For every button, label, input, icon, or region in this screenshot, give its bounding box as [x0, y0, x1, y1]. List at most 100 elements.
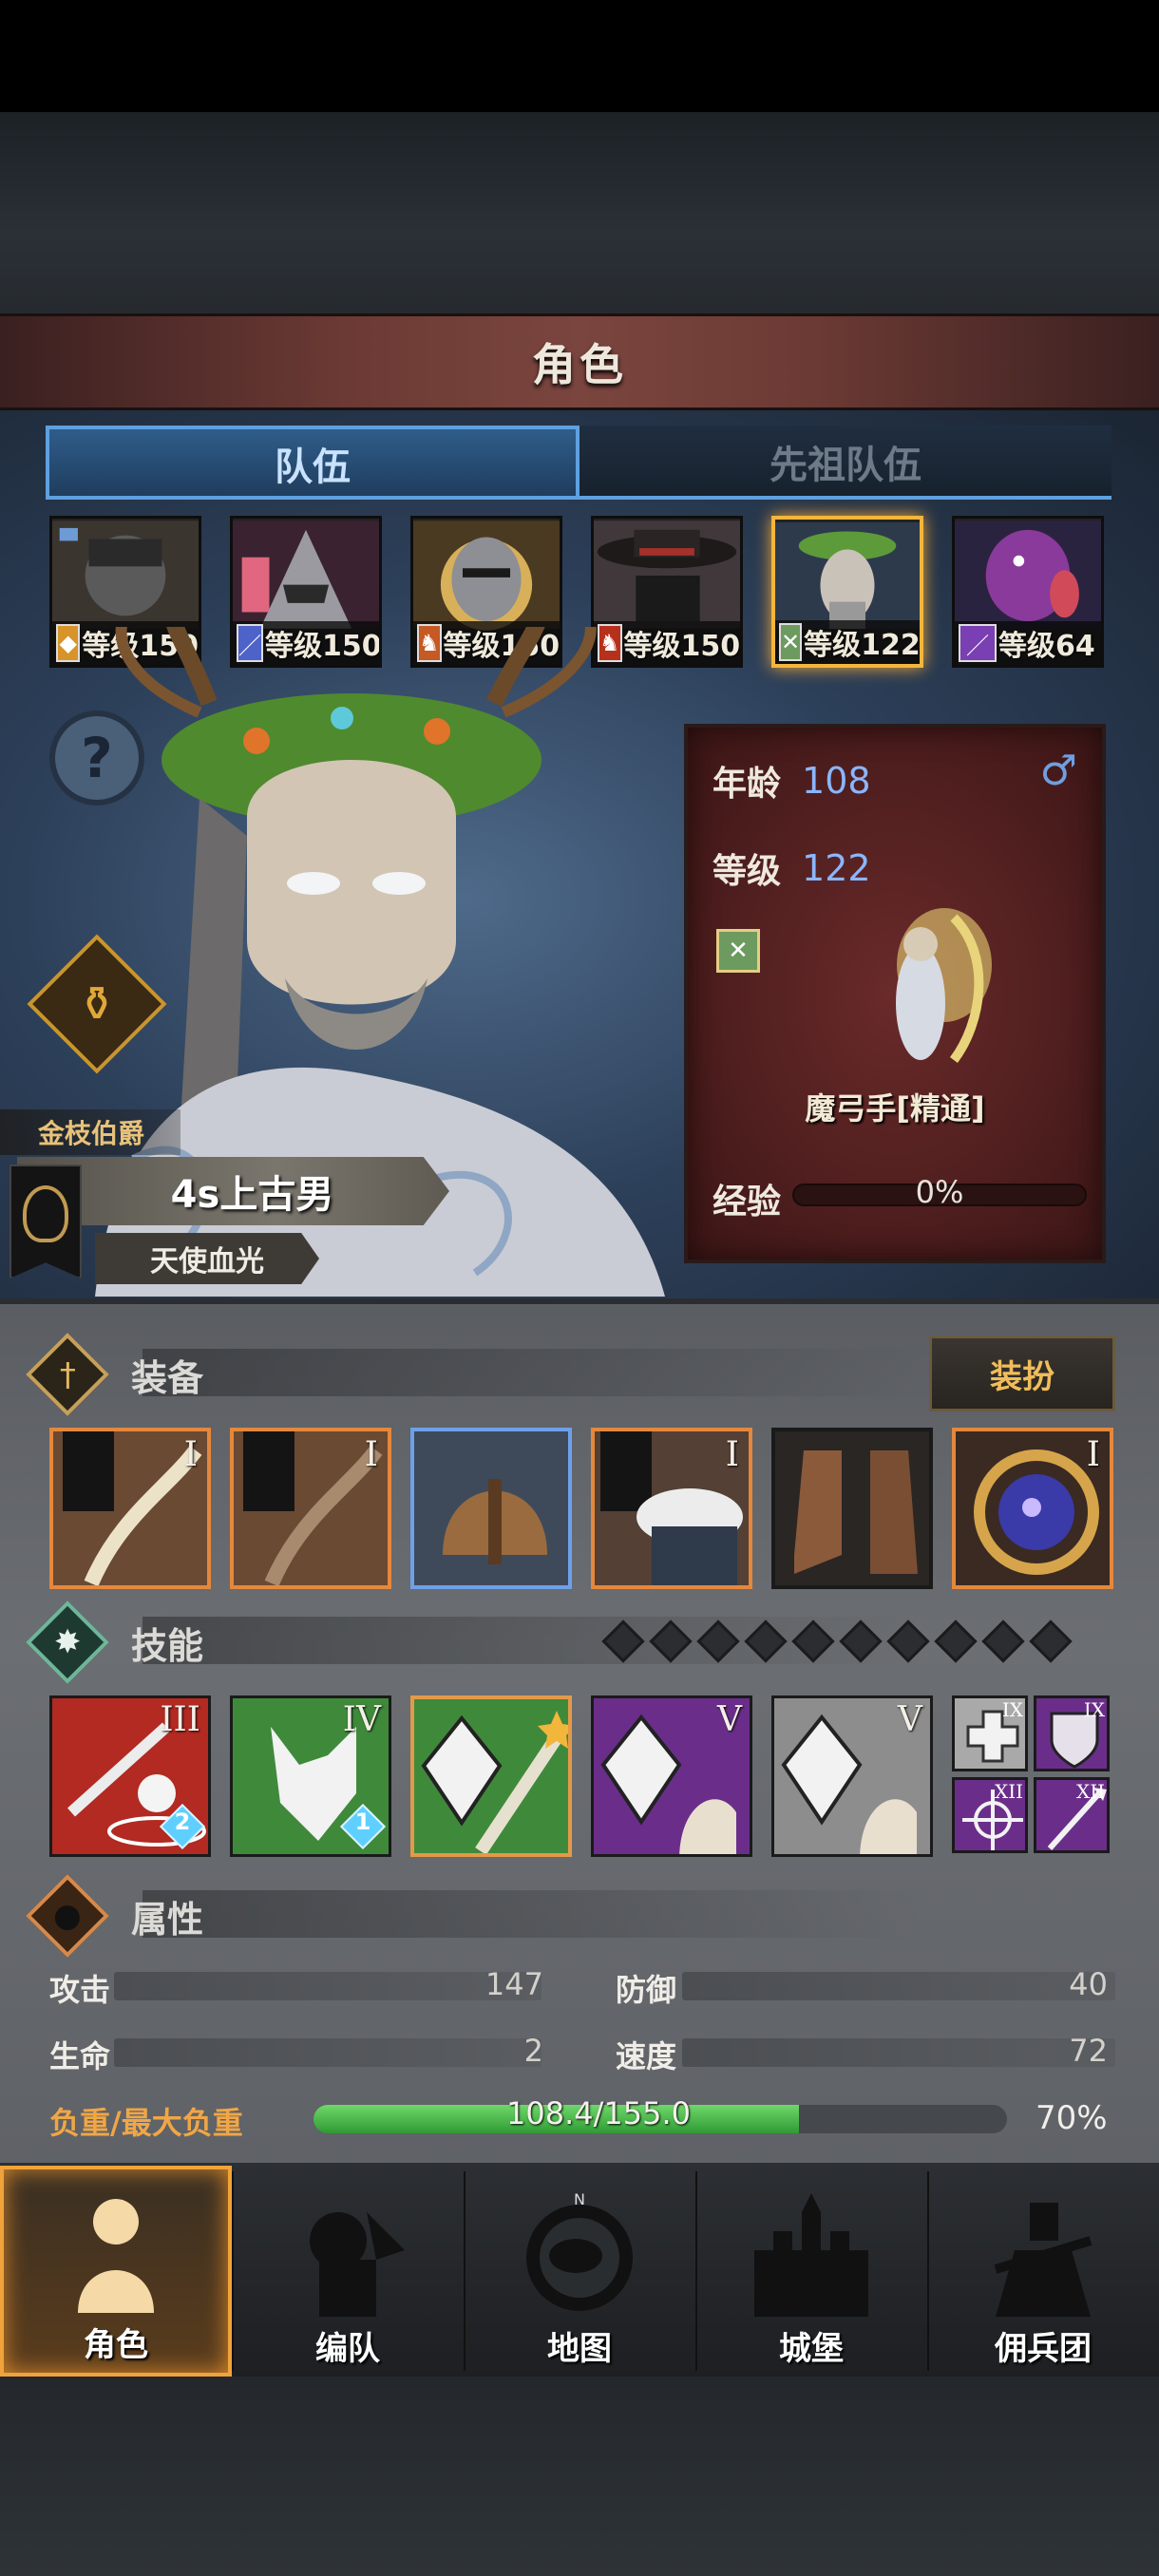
shield-icon: ◆ [56, 624, 81, 662]
speed-value: 72 [1069, 2033, 1108, 2069]
skills-title: 技能 [131, 1624, 204, 1667]
hero-level: 等级122 [804, 629, 921, 662]
equip-slot-accessory[interactable]: I [952, 1428, 1113, 1589]
skill-pips [601, 1619, 1073, 1663]
skill-pip [1029, 1619, 1073, 1663]
equip-slot-helmet[interactable] [410, 1428, 572, 1589]
hp-label: 生命 [49, 2038, 111, 2074]
help-button[interactable]: ? [49, 710, 144, 805]
bow-icon: ✕ [779, 623, 803, 661]
load-percent: 70% [1036, 2099, 1108, 2137]
nav-formation[interactable]: 编队 [232, 2166, 464, 2377]
skill-pip [839, 1619, 883, 1663]
hero-slot-6[interactable]: ／等级64 [952, 516, 1104, 668]
trait-plate[interactable]: 天使血光 [95, 1233, 319, 1284]
skill-slot-4[interactable]: V [591, 1695, 752, 1857]
age-label: 年龄 [712, 765, 782, 804]
tab-team[interactable]: 队伍 [46, 426, 580, 498]
mercenary-icon [994, 2203, 1092, 2317]
hero-portrait [52, 521, 199, 629]
nav-map[interactable]: N 地图 [464, 2166, 695, 2377]
knight-icon [78, 2199, 154, 2313]
hero-portrait [955, 521, 1101, 629]
class-name: 魔弓手[精通] [805, 1090, 985, 1127]
mini-skill-heal[interactable]: IX [952, 1695, 1028, 1771]
hero-portrait [233, 521, 379, 629]
skill-pip [934, 1619, 978, 1663]
attack-value: 147 [484, 1966, 543, 2002]
status-bar [0, 0, 1159, 112]
tier-label: I [364, 1435, 378, 1474]
level-label: 等级 [712, 852, 782, 891]
tier-label: I [183, 1435, 198, 1474]
nav-mercenaries[interactable]: 佣兵团 [927, 2166, 1159, 2377]
age-value: 108 [802, 760, 871, 802]
nav-label: 编队 [315, 2330, 380, 2368]
mini-skill-spear[interactable]: XII [1034, 1777, 1110, 1853]
nav-label: 城堡 [779, 2330, 844, 2368]
name-plate[interactable]: 4s上古男 [17, 1157, 449, 1225]
skill-pip [886, 1619, 930, 1663]
skills-header: ✸ 技能 [26, 1601, 204, 1684]
upper-background [0, 112, 1159, 313]
character-name: 4s上古男 [170, 1173, 334, 1217]
attributes-header: ● 属性 [26, 1874, 204, 1958]
tier-label: III [160, 1700, 200, 1739]
page-title: 角色 [532, 339, 627, 390]
mini-skill-compass[interactable]: XII [952, 1777, 1028, 1853]
skill-pip [601, 1619, 645, 1663]
skill-slot-1[interactable]: III 2 [49, 1695, 211, 1857]
trait-name: 天使血光 [150, 1245, 264, 1279]
boots-icon [775, 1431, 929, 1585]
equip-slot-boots[interactable] [771, 1428, 933, 1589]
compass-letter: N [574, 2193, 585, 2208]
castle-icon [754, 2193, 868, 2317]
class-figure [896, 908, 992, 1063]
gem-count: 1 [354, 1809, 371, 1835]
nav-label: 地图 [547, 2330, 612, 2368]
exp-percent: 0% [915, 1174, 964, 1210]
tab-ancestor-label: 先祖队伍 [770, 444, 922, 487]
nav-character[interactable]: 角色 [0, 2166, 232, 2377]
dress-button-label: 装扮 [990, 1357, 1054, 1396]
equip-slot-armor[interactable]: I [591, 1428, 752, 1589]
hero-level: 等级64 [998, 630, 1095, 663]
staff-icon: ／ [959, 624, 997, 662]
tier-label: IX [1083, 1698, 1105, 1721]
crystal-arrow-icon [421, 1711, 568, 1853]
tier-label: XII [994, 1780, 1023, 1803]
mini-skill-shield[interactable]: IX [1034, 1695, 1110, 1771]
bow-icon: ✕ [716, 929, 760, 973]
tab-team-label: 队伍 [275, 445, 351, 489]
header: 角色 [0, 313, 1159, 410]
dress-button[interactable]: 装扮 [929, 1335, 1115, 1411]
skill-slot-5[interactable]: V [771, 1695, 933, 1857]
skill-slot-2[interactable]: IV 1 [230, 1695, 391, 1857]
equip-slot-secondary[interactable]: I [230, 1428, 391, 1589]
attack-label: 攻击 [49, 1972, 111, 2008]
tier-label: XII [1075, 1780, 1105, 1803]
tab-underline [46, 496, 1112, 500]
hero-portrait [413, 521, 560, 631]
compass-map-icon: N [526, 2193, 633, 2311]
nav-castle[interactable]: 城堡 [695, 2166, 927, 2377]
skill-pip [696, 1619, 740, 1663]
defense-value: 40 [1069, 1966, 1108, 2002]
faction-emblem-icon [23, 1185, 68, 1242]
hero-portrait [594, 521, 740, 629]
star-icon: ✸ [26, 1601, 109, 1684]
hero-portrait [775, 521, 920, 630]
nav-label: 角色 [84, 2326, 148, 2364]
exp-label: 经验 [712, 1183, 782, 1222]
tier-label: I [725, 1435, 739, 1474]
person-icon: ● [26, 1874, 109, 1958]
skill-slot-3[interactable] [410, 1695, 572, 1857]
tab-ancestor-team[interactable]: 先祖队伍 [580, 426, 1112, 498]
formation-icon [310, 2212, 405, 2317]
attributes-title: 属性 [131, 1898, 204, 1941]
speed-label: 速度 [616, 2038, 677, 2074]
skill-pip [744, 1619, 788, 1663]
helmet-icon [414, 1431, 568, 1585]
equip-slot-weapon[interactable]: I [49, 1428, 211, 1589]
hero-slot-5-selected[interactable]: ✕ 等级122 [771, 516, 923, 668]
